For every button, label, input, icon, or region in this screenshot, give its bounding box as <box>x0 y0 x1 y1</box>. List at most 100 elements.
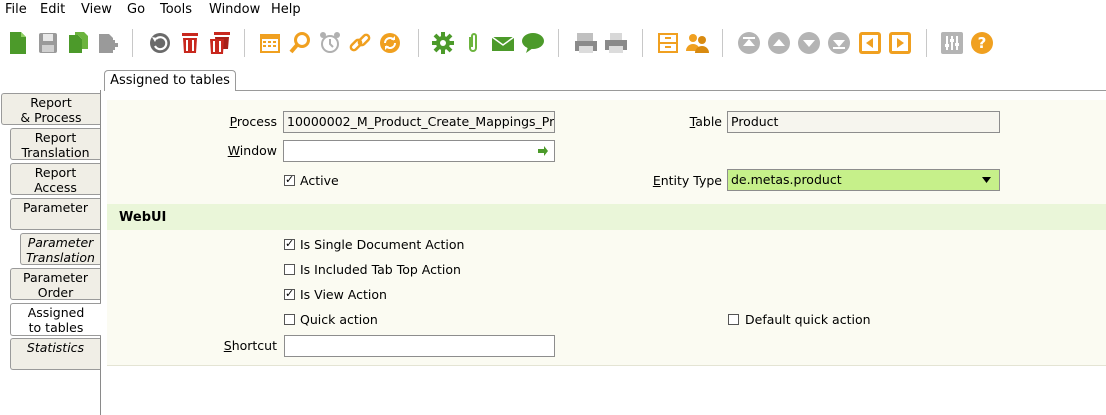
process-label-text: rocess <box>236 114 277 129</box>
view-action-checkbox[interactable]: ✓ <box>284 287 295 300</box>
webui-section-header: WebUI <box>107 204 1106 230</box>
table-field[interactable]: Product <box>727 111 1000 133</box>
side-tab-label: Parameter <box>22 270 89 285</box>
side-tab-label: Report <box>30 95 72 110</box>
side-tab-label: & Process <box>20 110 82 125</box>
last-record-icon[interactable] <box>826 29 852 57</box>
shortcut-label: Shortcut <box>190 338 277 353</box>
tab-divider <box>236 90 1106 91</box>
menu-tools[interactable]: Tools <box>160 2 192 17</box>
active-label: Active <box>300 173 339 188</box>
view-action-label: Is View Action <box>300 287 387 302</box>
copy-details-icon[interactable] <box>95 29 121 57</box>
new-icon[interactable] <box>5 29 31 57</box>
table-label-text: able <box>695 114 722 129</box>
previous-record-icon[interactable] <box>766 29 792 57</box>
webui-section-title: WebUI <box>119 210 167 225</box>
window-field[interactable] <box>283 140 555 162</box>
entity-type-select[interactable]: de.metas.product <box>727 169 1000 191</box>
report-icon[interactable] <box>573 29 599 57</box>
calendar-icon[interactable] <box>257 29 283 57</box>
side-tab-label: Translation <box>26 250 95 265</box>
active-checkbox[interactable]: ✓ <box>284 173 295 186</box>
side-tab-parameter-order[interactable]: Parameter Order <box>10 268 100 300</box>
side-tab-label: Order <box>37 285 74 300</box>
window-label-text: indow <box>239 143 277 158</box>
detail-icon[interactable] <box>887 29 913 57</box>
svg-text:?: ? <box>978 34 987 52</box>
undo-icon[interactable] <box>147 29 173 57</box>
entity-type-label-mnemonic: E <box>652 173 661 188</box>
menu-file[interactable]: File <box>5 2 27 17</box>
quick-action-checkbox[interactable] <box>284 314 295 325</box>
find-icon[interactable] <box>287 29 313 57</box>
help-icon[interactable]: ? <box>969 29 995 57</box>
side-tab-label: Translation <box>21 145 90 160</box>
side-tab-report-translation[interactable]: Report Translation <box>10 128 100 160</box>
zoom-across-icon[interactable] <box>347 29 373 57</box>
refresh-icon[interactable] <box>377 29 403 57</box>
menu-view[interactable]: View <box>81 2 112 17</box>
shortcut-field[interactable] <box>284 335 555 357</box>
side-tab-label: Report <box>34 165 77 180</box>
parent-icon[interactable] <box>857 29 883 57</box>
next-record-icon[interactable] <box>796 29 822 57</box>
included-tab-top-action-checkbox[interactable] <box>284 264 295 275</box>
side-tab-assigned-to-tables[interactable]: Assigned to tables <box>10 303 101 336</box>
entity-type-label-text: ntity Type <box>660 173 722 188</box>
side-tab-parameter[interactable]: Parameter <box>10 198 100 230</box>
menu-window[interactable]: Window <box>209 2 260 17</box>
process-label: Process <box>190 114 277 129</box>
side-tab-label: Access <box>34 180 77 195</box>
archive-icon[interactable] <box>655 29 681 57</box>
quick-action-label: Quick action <box>300 312 378 327</box>
requests-icon[interactable] <box>685 29 711 57</box>
delete-selection-icon[interactable] <box>207 29 233 57</box>
shortcut-label-text: hortcut <box>231 338 277 353</box>
included-tab-top-action-label: Is Included Tab Top Action <box>300 262 461 277</box>
toolbar: ? <box>0 24 1106 64</box>
save-icon[interactable] <box>35 29 61 57</box>
side-tab-label: Assigned <box>27 305 85 320</box>
window-label: Window <box>190 143 277 158</box>
process-label-mnemonic: P <box>229 114 237 129</box>
chevron-down-icon <box>982 177 991 183</box>
side-tab-label: Parameter <box>22 200 89 215</box>
side-tab-label: to tables <box>28 320 84 335</box>
check-mark-icon: ✓ <box>285 287 295 300</box>
print-icon[interactable] <box>603 29 629 57</box>
shortcut-label-mnemonic: S <box>223 338 232 353</box>
single-document-action-checkbox[interactable]: ✓ <box>284 237 295 250</box>
side-tab-report-access[interactable]: Report Access <box>10 163 100 195</box>
menu-edit[interactable]: Edit <box>40 2 65 17</box>
side-tab-report-process[interactable]: Report & Process <box>1 93 100 125</box>
delete-icon[interactable] <box>177 29 203 57</box>
attachment-icon[interactable] <box>460 29 486 57</box>
menu-go[interactable]: Go <box>127 2 145 17</box>
process-field[interactable]: 10000002_M_Product_Create_Mappings_Pr <box>283 111 555 133</box>
check-mark-icon: ✓ <box>285 237 295 250</box>
side-tab-statistics[interactable]: Statistics <box>10 338 100 370</box>
copy-record-icon[interactable] <box>65 29 91 57</box>
menu-help[interactable]: Help <box>271 2 301 17</box>
default-quick-action-checkbox[interactable] <box>728 314 739 325</box>
default-quick-action-label: Default quick action <box>745 312 871 327</box>
settings-icon[interactable] <box>939 29 965 57</box>
gear-icon[interactable] <box>430 29 456 57</box>
single-document-action-label: Is Single Document Action <box>300 237 465 252</box>
entity-type-label: Entity Type <box>620 173 722 188</box>
side-tab-label: Parameter <box>27 235 94 250</box>
mail-icon[interactable] <box>490 29 516 57</box>
side-tab-label: Report <box>34 130 77 145</box>
reminder-icon[interactable] <box>317 29 343 57</box>
table-label: Table <box>640 114 722 129</box>
entity-type-value: de.metas.product <box>731 172 842 187</box>
side-tab-label: Statistics <box>26 340 85 355</box>
side-tab-divider <box>100 90 101 415</box>
chat-icon[interactable] <box>520 29 546 57</box>
search-arrow-icon[interactable] <box>537 145 549 157</box>
menu-bar: File Edit View Go Tools Window Help <box>0 0 1106 20</box>
first-record-icon[interactable] <box>736 29 762 57</box>
side-tab-parameter-translation[interactable]: Parameter Translation <box>20 233 100 265</box>
tab-assigned-to-tables-top[interactable]: Assigned to tables <box>104 70 236 91</box>
